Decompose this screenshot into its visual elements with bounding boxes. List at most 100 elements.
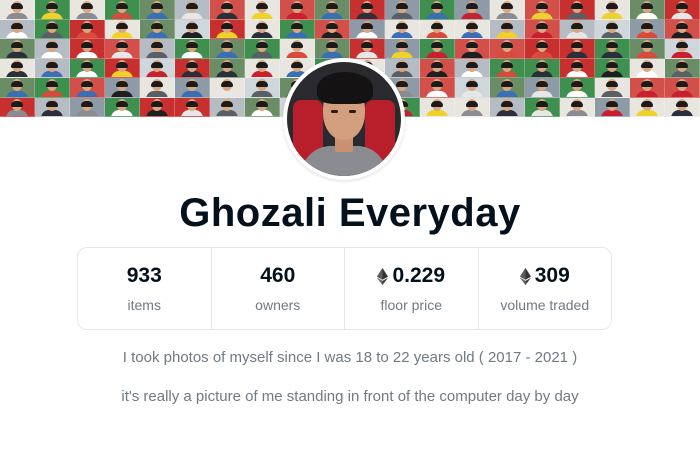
- banner-photo-tile: [595, 58, 630, 78]
- banner-photo-tile: [630, 97, 665, 117]
- banner-photo-tile: [665, 97, 700, 117]
- banner-photo-tile: [560, 19, 595, 39]
- banner-photo-tile: [0, 19, 35, 39]
- banner-photo-tile: [0, 58, 35, 78]
- banner-photo-tile: [350, 39, 385, 59]
- stat-items[interactable]: 933 items: [78, 248, 212, 329]
- collection-description-line-2: it's really a picture of me standing in …: [121, 388, 579, 405]
- stat-owners-value: 460: [260, 264, 296, 287]
- banner-photo-tile: [315, 0, 350, 20]
- banner-photo-tile: [245, 97, 280, 117]
- banner-photo-tile: [490, 0, 525, 20]
- banner-photo-tile: [210, 0, 245, 20]
- banner-photo-tile: [385, 0, 420, 20]
- collection-avatar[interactable]: [283, 58, 405, 180]
- stat-floor-price[interactable]: 0.229 floor price: [345, 248, 479, 329]
- banner-photo-tile: [525, 0, 560, 20]
- banner-photo-tile: [525, 39, 560, 59]
- banner-photo-tile: [140, 78, 175, 98]
- banner-photo-tile: [420, 0, 455, 20]
- banner-photo-tile: [525, 58, 560, 78]
- banner-photo-tile: [525, 78, 560, 98]
- banner-photo-tile: [280, 0, 315, 20]
- banner-photo-tile: [665, 78, 700, 98]
- banner-photo-tile: [315, 19, 350, 39]
- banner-photo-tile: [490, 97, 525, 117]
- banner-photo-tile: [245, 19, 280, 39]
- banner-photo-tile: [420, 39, 455, 59]
- banner-photo-tile: [350, 19, 385, 39]
- banner-photo-tile: [35, 58, 70, 78]
- banner-photo-tile: [210, 78, 245, 98]
- banner-photo-tile: [245, 0, 280, 20]
- banner-photo-tile: [105, 0, 140, 20]
- banner-photo-tile: [455, 58, 490, 78]
- banner-photo-tile: [35, 39, 70, 59]
- stat-items-label: items: [127, 297, 161, 313]
- banner-photo-tile: [0, 0, 35, 20]
- banner-photo-tile: [70, 19, 105, 39]
- banner-photo-tile: [560, 97, 595, 117]
- collection-title: Ghozali Everyday: [179, 191, 521, 235]
- banner-photo-tile: [665, 19, 700, 39]
- banner-photo-tile: [0, 97, 35, 117]
- banner-photo-tile: [175, 78, 210, 98]
- banner-photo-tile: [595, 0, 630, 20]
- banner-photo-tile: [0, 78, 35, 98]
- banner-photo-tile: [385, 39, 420, 59]
- banner-photo-tile: [245, 58, 280, 78]
- collection-description-line-1: I took photos of myself since I was 18 t…: [122, 349, 578, 366]
- banner-photo-tile: [560, 0, 595, 20]
- banner-photo-tile: [140, 58, 175, 78]
- banner-photo-tile: [525, 19, 560, 39]
- banner-photo-tile: [35, 97, 70, 117]
- banner-photo-tile: [490, 19, 525, 39]
- stat-owners-label: owners: [255, 297, 301, 313]
- banner-photo-tile: [665, 58, 700, 78]
- banner-photo-tile: [175, 0, 210, 20]
- banner-photo-tile: [490, 39, 525, 59]
- banner-photo-tile: [280, 19, 315, 39]
- banner-photo-tile: [630, 19, 665, 39]
- banner-photo-tile: [105, 39, 140, 59]
- banner-photo-tile: [350, 0, 385, 20]
- banner-photo-tile: [560, 39, 595, 59]
- banner-photo-tile: [665, 39, 700, 59]
- stat-floor-price-label: floor price: [380, 297, 442, 313]
- banner-photo-tile: [630, 0, 665, 20]
- banner-photo-tile: [210, 19, 245, 39]
- banner-photo-tile: [140, 39, 175, 59]
- ethereum-icon: [377, 267, 389, 285]
- banner-photo-tile: [595, 78, 630, 98]
- banner-photo-tile: [105, 78, 140, 98]
- banner-photo-tile: [70, 97, 105, 117]
- banner-photo-tile: [455, 19, 490, 39]
- banner-photo-tile: [175, 97, 210, 117]
- banner-photo-tile: [140, 0, 175, 20]
- banner-photo-tile: [665, 0, 700, 20]
- banner-photo-tile: [630, 39, 665, 59]
- banner-photo-tile: [210, 39, 245, 59]
- banner-photo-tile: [420, 58, 455, 78]
- banner-photo-tile: [175, 58, 210, 78]
- banner-photo-tile: [35, 0, 70, 20]
- banner-photo-tile: [315, 39, 350, 59]
- stat-items-value: 933: [126, 264, 162, 287]
- banner-photo-tile: [70, 78, 105, 98]
- banner-photo-tile: [245, 39, 280, 59]
- banner-photo-tile: [595, 39, 630, 59]
- banner-photo-tile: [490, 78, 525, 98]
- banner-photo-tile: [70, 58, 105, 78]
- banner-photo-tile: [525, 97, 560, 117]
- banner-photo-tile: [455, 39, 490, 59]
- stat-owners[interactable]: 460 owners: [212, 248, 345, 329]
- stat-floor-price-value: 0.229: [377, 264, 445, 288]
- banner-photo-tile: [0, 39, 35, 59]
- banner-photo-tile: [70, 39, 105, 59]
- stat-volume-traded-label: volume traded: [500, 297, 590, 313]
- banner-photo-tile: [105, 58, 140, 78]
- banner-photo-tile: [175, 39, 210, 59]
- banner-photo-tile: [35, 19, 70, 39]
- collection-stats: 933 items 460 owners 0.229 floor price 3…: [77, 247, 612, 330]
- stat-volume-traded[interactable]: 309 volume traded: [479, 248, 612, 329]
